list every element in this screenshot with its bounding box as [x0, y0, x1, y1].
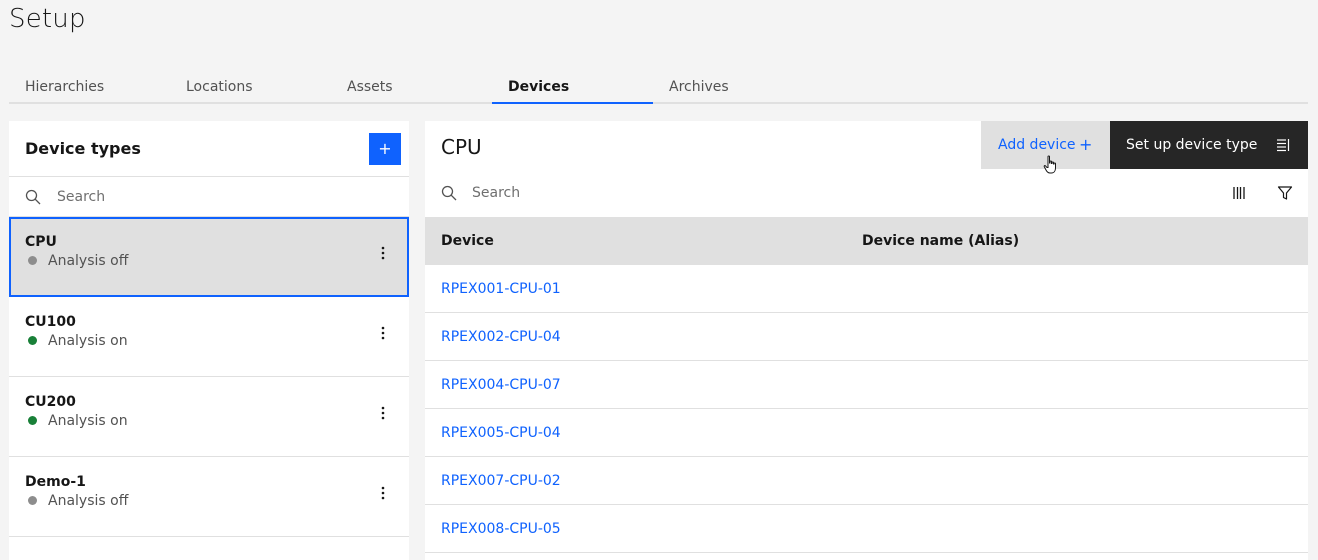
device-type-item-demo-1[interactable]: Demo-1 Analysis off [9, 457, 409, 537]
device-type-heading: CPU [441, 135, 482, 159]
search-icon [25, 189, 41, 205]
set-up-device-type-button[interactable]: Set up device type [1110, 121, 1308, 169]
set-up-device-type-label: Set up device type [1126, 137, 1258, 153]
device-link[interactable]: RPEX008-CPU-05 [441, 521, 561, 537]
overflow-menu-icon[interactable] [375, 323, 391, 343]
column-header-alias[interactable]: Device name (Alias) [862, 233, 1019, 249]
table-row: RPEX001-CPU-01 [425, 265, 1308, 313]
tab-devices[interactable]: Devices [492, 71, 653, 104]
add-device-label: Add device [998, 137, 1076, 153]
column-settings-icon[interactable] [1231, 185, 1247, 201]
device-type-list: CPU Analysis off CU100 Analysis on CU200… [9, 217, 409, 537]
filter-icon[interactable] [1277, 185, 1293, 201]
column-header-device[interactable]: Device [441, 233, 494, 249]
device-type-name: CU200 [25, 394, 76, 410]
devices-search [425, 169, 1308, 217]
device-type-name: CPU [25, 234, 57, 250]
device-link[interactable]: RPEX002-CPU-04 [441, 329, 561, 345]
devices-table: Device Device name (Alias) RPEX001-CPU-0… [425, 217, 1308, 553]
device-type-item-cpu[interactable]: CPU Analysis off [9, 217, 409, 297]
device-types-panel: Device types + CPU Analysis off CU100 An… [9, 121, 409, 560]
plus-icon: + [1079, 135, 1093, 154]
device-types-title: Device types [25, 139, 141, 158]
device-type-status: Analysis on [48, 413, 128, 429]
device-types-search-input[interactable] [57, 177, 397, 217]
table-row: RPEX007-CPU-02 [425, 457, 1308, 505]
device-link[interactable]: RPEX005-CPU-04 [441, 425, 561, 441]
overflow-menu-icon[interactable] [375, 403, 391, 423]
devices-panel: CPU Add device + Set up device type Sear… [425, 121, 1308, 560]
device-type-status: Analysis on [48, 333, 128, 349]
search-icon [441, 185, 457, 201]
add-device-type-button[interactable]: + [369, 133, 401, 165]
tab-hierarchies[interactable]: Hierarchies [9, 71, 170, 104]
device-type-item-cu100[interactable]: CU100 Analysis on [9, 297, 409, 377]
status-dot-icon [28, 336, 37, 345]
table-row: RPEX002-CPU-04 [425, 313, 1308, 361]
status-dot-icon [28, 416, 37, 425]
device-type-item-cu200[interactable]: CU200 Analysis on [9, 377, 409, 457]
list-settings-icon [1276, 138, 1290, 152]
device-type-name: CU100 [25, 314, 76, 330]
device-link[interactable]: RPEX004-CPU-07 [441, 377, 561, 393]
overflow-menu-icon[interactable] [375, 483, 391, 503]
tab-locations[interactable]: Locations [170, 71, 331, 104]
device-link[interactable]: RPEX007-CPU-02 [441, 473, 561, 489]
table-row: RPEX005-CPU-04 [425, 409, 1308, 457]
overflow-menu-icon[interactable] [375, 243, 391, 263]
status-dot-icon [28, 256, 37, 265]
page-title: Setup [9, 4, 86, 34]
table-header: Device Device name (Alias) [425, 217, 1308, 265]
tab-assets[interactable]: Assets [331, 71, 492, 104]
device-type-name: Demo-1 [25, 474, 86, 490]
device-link[interactable]: RPEX001-CPU-01 [441, 281, 561, 297]
device-type-status: Analysis off [48, 493, 129, 509]
tab-bar: Hierarchies Locations Assets Devices Arc… [9, 71, 1308, 104]
tab-archives[interactable]: Archives [653, 71, 814, 104]
table-row: RPEX004-CPU-07 [425, 361, 1308, 409]
status-dot-icon [28, 496, 37, 505]
table-row: RPEX008-CPU-05 [425, 505, 1308, 553]
device-types-header: Device types + [9, 121, 409, 177]
device-type-status: Analysis off [48, 253, 129, 269]
devices-search-input[interactable] [472, 173, 1212, 213]
device-types-search [9, 177, 409, 217]
